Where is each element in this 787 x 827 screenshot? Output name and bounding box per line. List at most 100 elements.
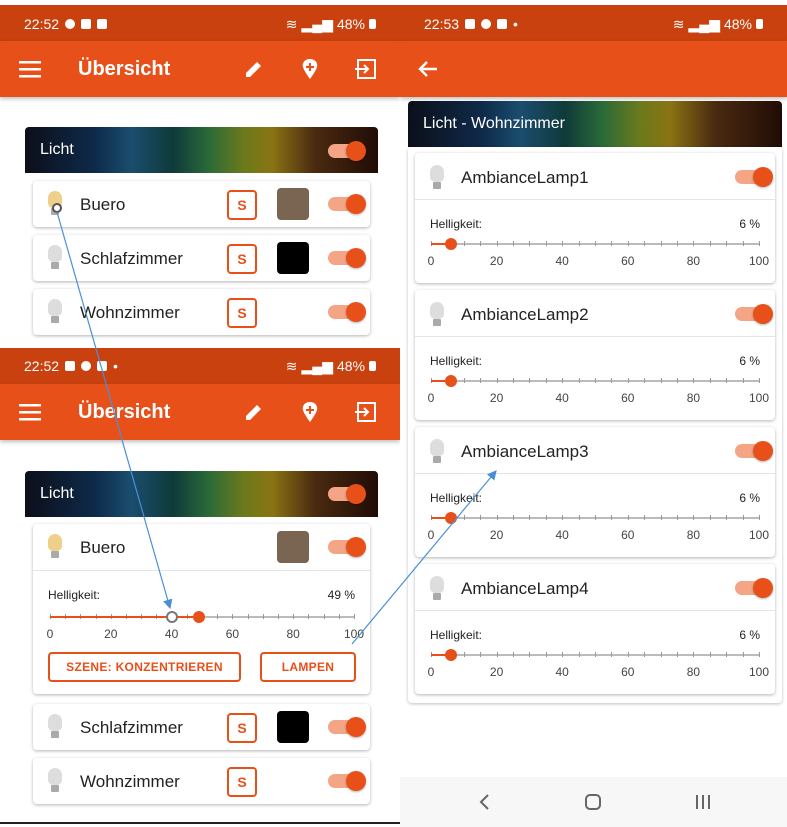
nav-home-icon[interactable]: [582, 791, 604, 813]
slider-tick: [693, 652, 695, 657]
slider-tick: [529, 515, 531, 520]
bulb-icon[interactable]: [47, 714, 63, 740]
bulb-icon[interactable]: [47, 299, 63, 325]
lamp-toggle[interactable]: [735, 578, 773, 598]
room-toggle[interactable]: [328, 248, 366, 268]
slider-tick: [660, 241, 662, 246]
brightness-slider[interactable]: 0 20 40 60 80 100: [428, 511, 769, 551]
bulb-icon[interactable]: [47, 191, 63, 217]
room-toggle[interactable]: [328, 717, 366, 737]
room-toggle[interactable]: [328, 194, 366, 214]
brightness-slider[interactable]: 0 20 40 60 80 100: [47, 610, 364, 650]
room-toggle[interactable]: [328, 302, 366, 322]
group-toggle[interactable]: [328, 141, 366, 161]
slider-tick: [726, 378, 728, 383]
slider-thumb[interactable]: [444, 375, 457, 387]
add-location-icon[interactable]: [288, 47, 332, 91]
brightness-slider[interactable]: 0 20 40 60 80 100: [428, 648, 769, 688]
slider-tick: [677, 378, 678, 383]
back-icon[interactable]: [406, 47, 450, 91]
lamp-card: AmbianceLamp1 Helligkeit: 6 % 0 20 40 60 80 1…: [415, 153, 775, 283]
divider: [33, 570, 370, 571]
slider-tick: [627, 241, 629, 246]
color-swatch[interactable]: [277, 711, 309, 743]
room-card-schlafzimmer[interactable]: Schlafzimmer S: [33, 704, 370, 750]
slider-tick: [660, 652, 662, 657]
logout-icon[interactable]: [344, 47, 388, 91]
lamps-button[interactable]: LAMPEN: [260, 652, 356, 682]
color-swatch[interactable]: [277, 188, 309, 220]
system-nav-bar: [400, 777, 787, 827]
room-card-schlafzimmer[interactable]: Schlafzimmer S: [33, 235, 370, 281]
scene-concentrate-button[interactable]: SZENE: KONZENTRIEREN: [48, 652, 241, 682]
group-header-licht: Licht: [25, 127, 378, 173]
divider: [415, 473, 775, 474]
room-card-buero[interactable]: Buero S: [33, 181, 370, 227]
scene-button[interactable]: S: [227, 244, 257, 274]
bulb-icon[interactable]: [429, 439, 445, 465]
room-toggle[interactable]: [328, 771, 366, 791]
menu-icon[interactable]: [8, 47, 52, 91]
bulb-icon[interactable]: [429, 302, 445, 328]
color-swatch[interactable]: [277, 531, 309, 563]
bulb-icon[interactable]: [47, 245, 63, 271]
slider-thumb[interactable]: [444, 649, 457, 661]
slider-tick: [709, 652, 711, 657]
bulb-icon[interactable]: [429, 165, 445, 191]
add-location-icon[interactable]: [288, 390, 332, 434]
room-name: Wohnzimmer: [80, 772, 180, 791]
slider-tick-label: 0: [427, 254, 435, 268]
nav-back-icon[interactable]: [474, 791, 496, 813]
battery-icon: [756, 19, 763, 29]
room-card-wohnzimmer[interactable]: Wohnzimmer S: [33, 289, 370, 335]
bulb-icon[interactable]: [47, 534, 63, 560]
slider-tick-label: 40: [555, 254, 569, 268]
color-swatch[interactable]: [277, 242, 309, 274]
menu-icon[interactable]: [8, 390, 52, 434]
edit-icon[interactable]: [232, 47, 276, 91]
bulb-icon[interactable]: [47, 768, 63, 794]
app-bar: Übersicht: [0, 384, 400, 440]
slider-thumb[interactable]: [444, 238, 457, 250]
room-card-wohnzimmer[interactable]: Wohnzimmer S: [33, 758, 370, 804]
group-toggle[interactable]: [328, 484, 366, 504]
brightness-value: 6 %: [739, 354, 760, 368]
brightness-slider[interactable]: 0 20 40 60 80 100: [427, 237, 769, 277]
slider-tick-label: 100: [748, 391, 770, 405]
lamp-toggle[interactable]: [735, 304, 773, 324]
scene-button[interactable]: S: [227, 298, 257, 328]
lamp-toggle[interactable]: [735, 167, 773, 187]
slider-tick: [726, 515, 728, 520]
status-bar: 22:53 • ≋ ▂▄▆ 48%: [400, 5, 787, 43]
brightness-value: 6 %: [739, 628, 760, 642]
app-bar: [400, 41, 787, 97]
edit-icon[interactable]: [232, 390, 276, 434]
slider-tick: [278, 614, 279, 619]
slider-tick: [759, 652, 760, 657]
slider-tick: [232, 614, 234, 619]
slider-thumb[interactable]: [192, 611, 205, 623]
slider-tick: [644, 515, 646, 520]
divider: [415, 336, 775, 337]
slider-tick: [545, 515, 547, 520]
slider-tick: [513, 652, 514, 657]
slider-tick: [660, 378, 662, 383]
status-bar: 22:52 ≋ ▂▄▆ 48%: [0, 5, 400, 43]
lamp-toggle[interactable]: [735, 441, 773, 461]
bulb-icon[interactable]: [429, 576, 445, 602]
nav-recents-icon[interactable]: [692, 791, 714, 813]
scene-button[interactable]: S: [227, 190, 257, 220]
scene-button[interactable]: S: [227, 713, 257, 743]
lamp-name: AmbianceLamp2: [461, 305, 589, 324]
slider-tick: [759, 378, 760, 383]
wifi-icon: ≋: [672, 15, 685, 32]
scene-button[interactable]: S: [227, 767, 257, 797]
room-toggle[interactable]: [328, 537, 366, 557]
slider-tick: [480, 652, 482, 657]
slider-tick: [595, 515, 596, 520]
logout-icon[interactable]: [344, 390, 388, 434]
slider-tick-label: 40: [555, 665, 569, 679]
brightness-slider[interactable]: 0 20 40 60 80 100: [428, 374, 769, 414]
status-time: 22:53: [424, 16, 460, 32]
slider-thumb[interactable]: [444, 512, 457, 524]
